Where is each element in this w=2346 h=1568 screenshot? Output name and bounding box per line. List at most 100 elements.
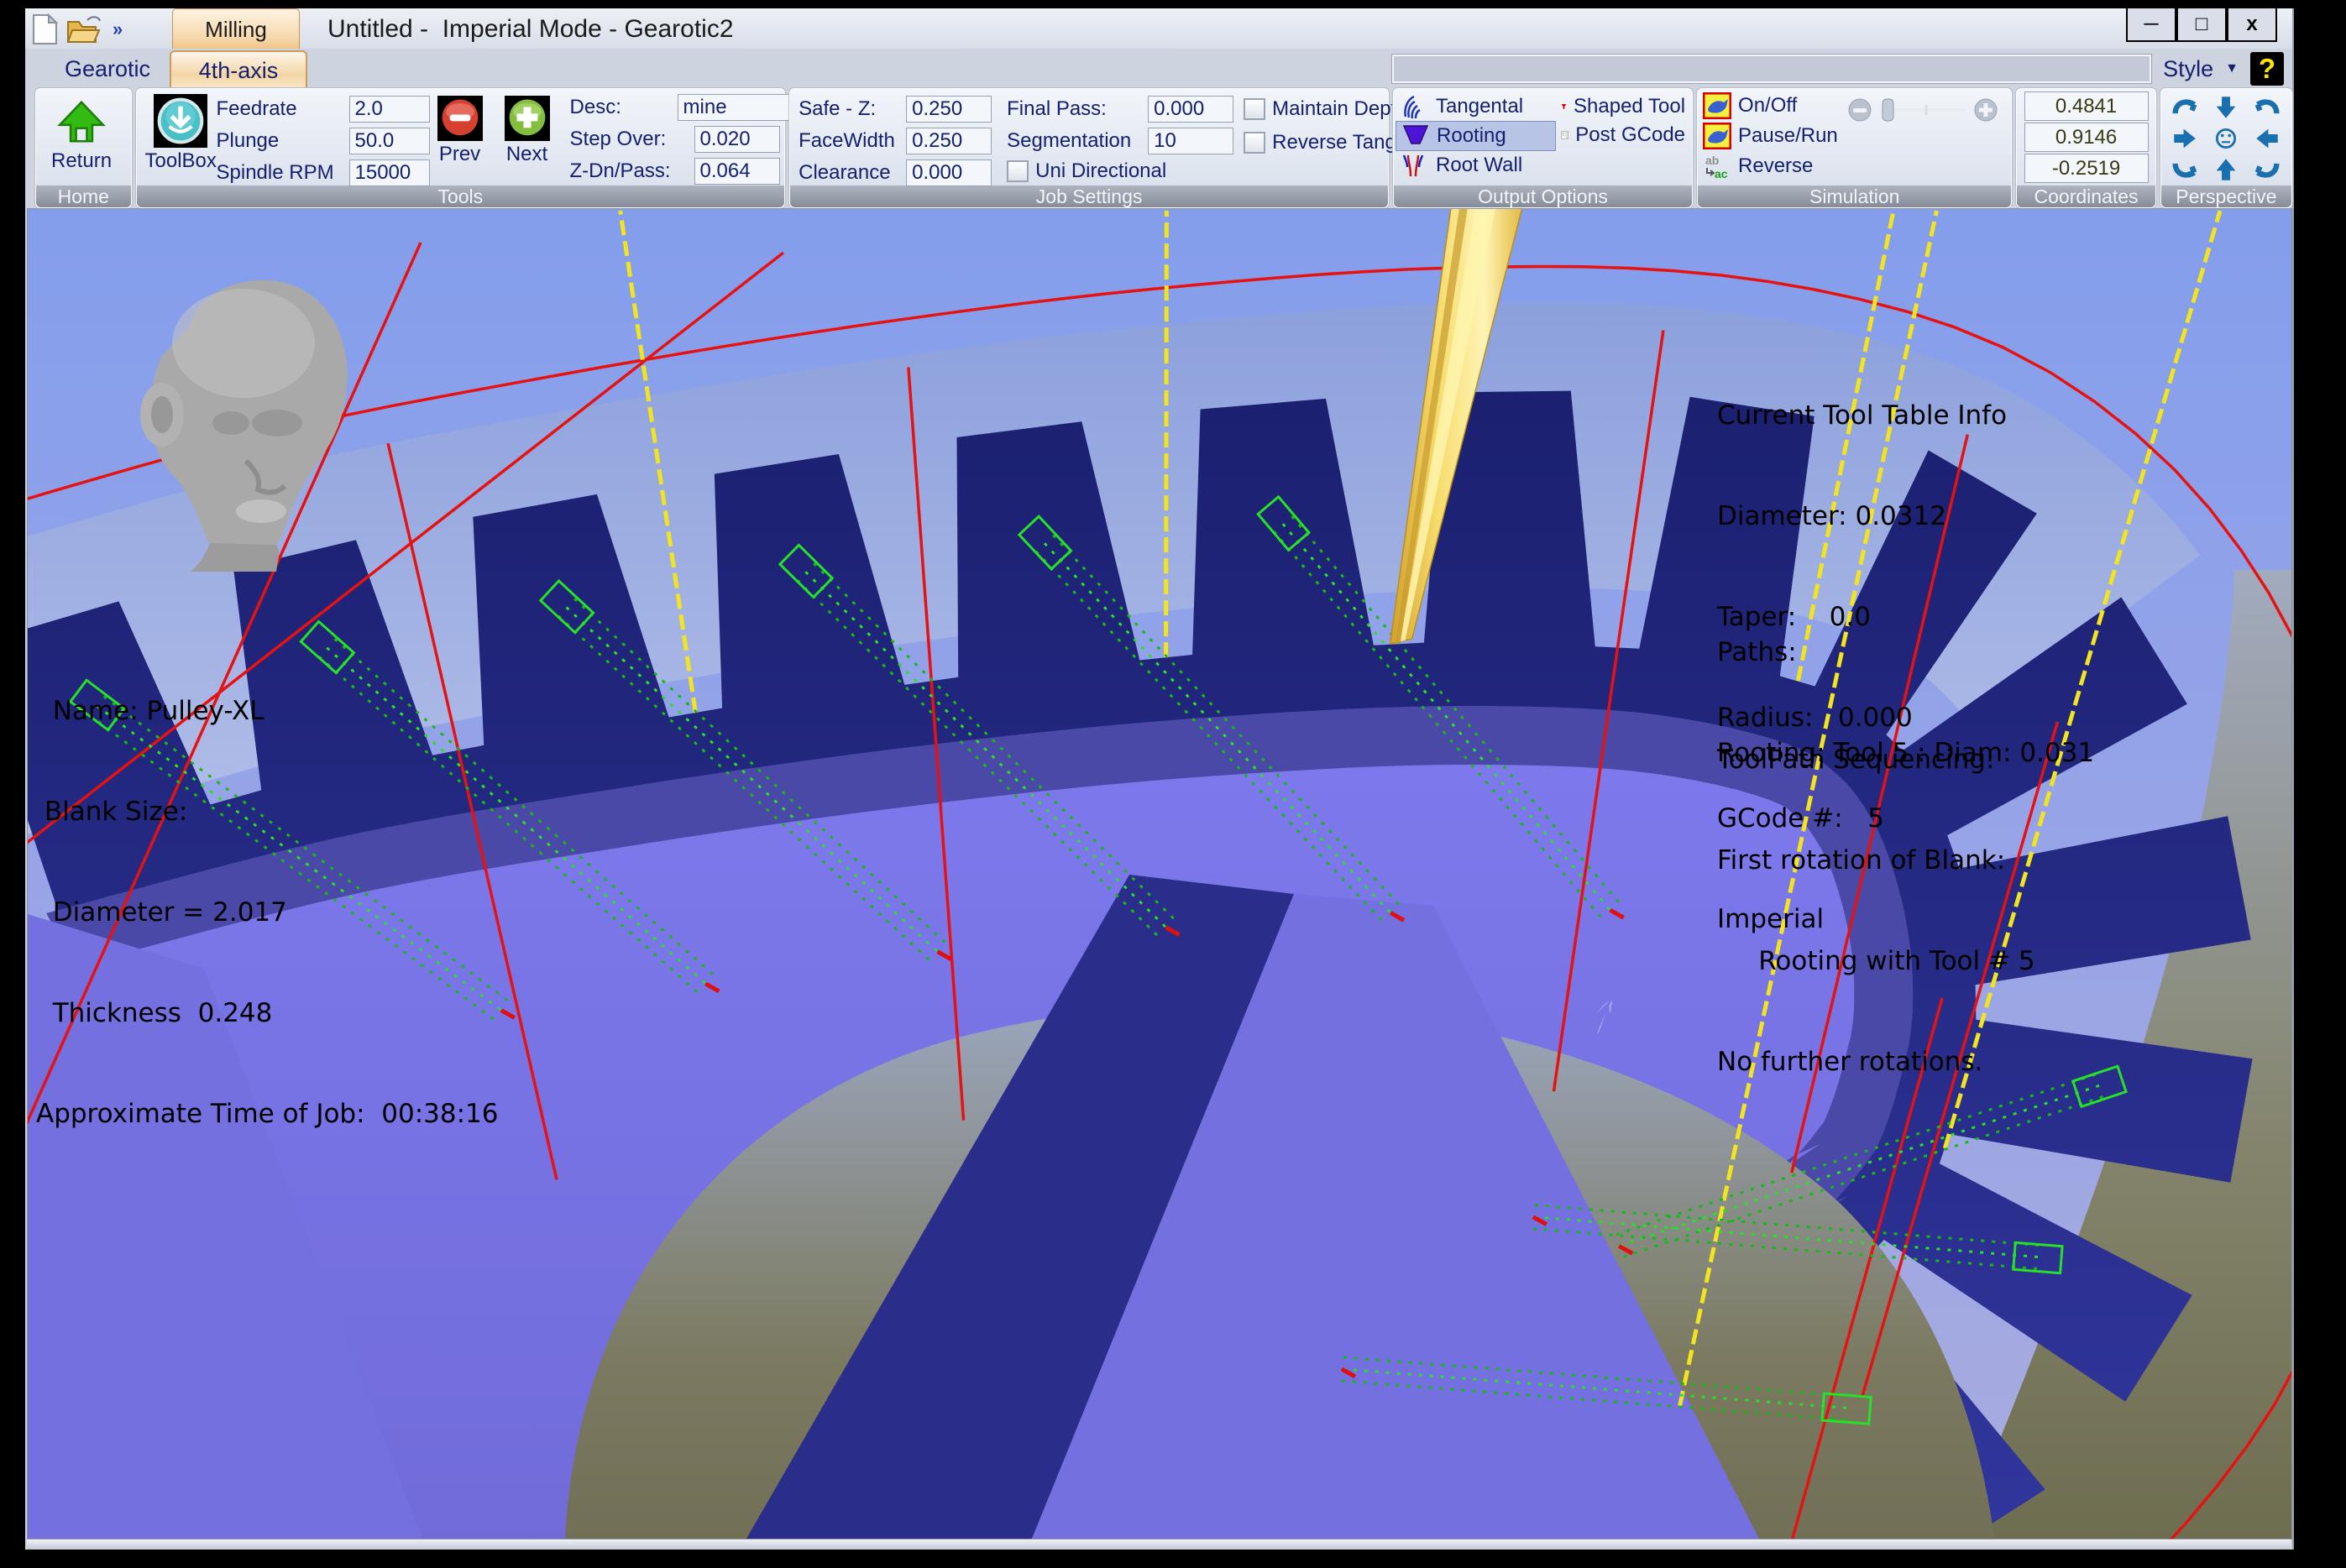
- pan-up-icon[interactable]: [2206, 154, 2246, 185]
- slider-minus-icon[interactable]: [1847, 97, 1872, 123]
- viewport-3d[interactable]: Name: Pulley-XL Blank Size: Diameter = 2…: [27, 208, 2292, 1539]
- post-gcode-option[interactable]: Post GCode: [1556, 121, 1690, 149]
- post-gcode-icon: [1561, 121, 1568, 149]
- group-tools: ToolBox Feedrate Plunge Spindle RPM: [136, 88, 786, 208]
- rooting-option[interactable]: Rooting: [1396, 121, 1556, 151]
- reverse-tangent-checkbox[interactable]: [1244, 132, 1265, 154]
- quick-access-toolbar: »: [30, 13, 123, 45]
- maximize-button[interactable]: □: [2176, 8, 2227, 42]
- facewidth-input[interactable]: [906, 128, 992, 154]
- feedrate-input[interactable]: [349, 96, 430, 123]
- plunge-input[interactable]: [349, 128, 430, 154]
- style-dropdown-icon[interactable]: ▼: [2225, 61, 2239, 76]
- group-job-settings: Safe - Z: FaceWidth Clearance Final Pass…: [789, 88, 1389, 208]
- style-label[interactable]: Style: [2163, 56, 2213, 82]
- stepover-label: Step Over:: [570, 128, 688, 151]
- spindle-rpm-label: Spindle RPM: [217, 161, 343, 185]
- sim-reverse-button[interactable]: ab ac Reverse: [1703, 153, 1838, 180]
- maintain-depth-label: Maintain Depth: [1272, 97, 1407, 121]
- tangental-option[interactable]: Tangental: [1396, 92, 1556, 121]
- window-title: Untitled - Imperial Mode - Gearotic2: [327, 15, 734, 44]
- pan-down-icon[interactable]: [2206, 92, 2246, 123]
- sim-onoff-icon: [1703, 92, 1731, 119]
- spindle-rpm-input[interactable]: [349, 159, 430, 186]
- stepover-input[interactable]: [694, 126, 780, 153]
- sim-speed-slider[interactable]: [1847, 97, 1998, 123]
- open-file-icon[interactable]: [65, 13, 102, 45]
- sim-pauserun-button[interactable]: Pause/Run: [1703, 123, 1838, 149]
- close-button[interactable]: x: [2227, 8, 2277, 42]
- toolbox-button[interactable]: ToolBox: [145, 94, 217, 173]
- group-output-options: Tangental Rooting: [1393, 88, 1693, 208]
- minus-circle-icon: [437, 96, 483, 141]
- plunge-label: Plunge: [217, 129, 343, 153]
- group-label-perspective: Perspective: [2161, 186, 2291, 207]
- group-label-job-settings: Job Settings: [790, 186, 1388, 207]
- plus-circle-icon: [505, 96, 550, 141]
- prev-tool-button[interactable]: Prev: [437, 96, 483, 166]
- maintain-depth-checkbox[interactable]: [1244, 98, 1265, 120]
- final-pass-input[interactable]: [1148, 96, 1233, 123]
- return-button[interactable]: Return: [51, 96, 112, 173]
- group-coordinates: 0.4841 0.9146 -0.2519 Coordinates: [2016, 88, 2155, 208]
- slider-track[interactable]: [1877, 97, 1968, 123]
- group-label-home: Home: [36, 186, 131, 207]
- uni-directional-checkbox[interactable]: [1007, 160, 1029, 182]
- z-dn-pass-input[interactable]: [694, 158, 780, 185]
- help-icon[interactable]: ?: [2250, 52, 2284, 86]
- segmentation-label: Segmentation: [1007, 129, 1141, 153]
- reset-view-icon[interactable]: [2206, 123, 2246, 154]
- feedrate-label: Feedrate: [217, 97, 343, 121]
- group-label-coordinates: Coordinates: [2017, 186, 2155, 207]
- rotate-ccw-up-icon[interactable]: [2247, 154, 2287, 185]
- sim-onoff-button[interactable]: On/Off: [1703, 92, 1838, 119]
- desc-input[interactable]: [678, 94, 790, 121]
- style-combo-field[interactable]: [1392, 55, 2151, 83]
- tab-gearotic[interactable]: Gearotic: [49, 52, 166, 86]
- group-simulation: On/Off Pause/Run ab ac: [1697, 88, 2012, 208]
- tab-milling[interactable]: Milling: [172, 8, 300, 50]
- z-dn-pass-label: Z-Dn/Pass:: [570, 159, 688, 183]
- sim-reverse-icon: ab ac: [1703, 153, 1731, 180]
- rotate-ccw-down-icon[interactable]: [2247, 92, 2287, 123]
- segmentation-input[interactable]: [1148, 128, 1233, 154]
- shaped-tool-option[interactable]: Shaped Tool: [1556, 92, 1690, 121]
- clearance-input[interactable]: [906, 159, 992, 186]
- tangental-icon: [1401, 93, 1429, 120]
- clearance-label: Clearance: [799, 161, 899, 185]
- home-icon: [55, 96, 107, 148]
- group-perspective: Perspective: [2160, 88, 2292, 208]
- safe-z-label: Safe - Z:: [799, 97, 899, 121]
- toolbar-overflow-chevron[interactable]: »: [113, 18, 123, 40]
- next-tool-button[interactable]: Next: [505, 96, 550, 166]
- svg-text:ab: ab: [1705, 154, 1719, 167]
- coordinate-x-value: 0.4841: [2024, 91, 2149, 121]
- toolbox-icon: [154, 94, 207, 148]
- desc-label: Desc:: [570, 96, 671, 119]
- safe-z-input[interactable]: [906, 96, 992, 123]
- window-bottom-edge: [27, 1539, 2291, 1550]
- rooting-icon: [1401, 123, 1430, 149]
- pan-left-icon[interactable]: [2247, 123, 2287, 154]
- rotate-cw-down-icon[interactable]: [2165, 92, 2205, 123]
- pan-right-icon[interactable]: [2165, 123, 2205, 154]
- group-home: Return Home: [35, 88, 132, 208]
- facewidth-label: FaceWidth: [799, 129, 899, 153]
- coordinate-y-value: 0.9146: [2024, 123, 2149, 152]
- rotate-cw-up-icon[interactable]: [2165, 154, 2205, 185]
- root-wall-option[interactable]: Root Wall: [1396, 151, 1556, 180]
- tab-4th-axis[interactable]: 4th-axis: [170, 50, 307, 90]
- app-window: » Milling Untitled - Imperial Mode - Gea…: [25, 8, 2294, 1550]
- sequencing-overlay: ToolPath Sequencing: First rotation of B…: [1717, 676, 2035, 1146]
- blank-info-overlay: Name: Pulley-XL Blank Size: Diameter = 2…: [36, 627, 499, 1198]
- ribbon-tab-row: Gearotic 4th-axis Style ▼ ?: [25, 49, 2292, 88]
- slider-thumb[interactable]: [1883, 99, 1893, 121]
- slider-plus-icon[interactable]: [1973, 97, 1998, 123]
- root-wall-icon: [1401, 152, 1429, 179]
- minimize-button[interactable]: ─: [2126, 8, 2176, 42]
- title-bar: » Milling Untitled - Imperial Mode - Gea…: [25, 8, 2292, 49]
- group-label-simulation: Simulation: [1698, 186, 2011, 207]
- uni-directional-checkbox-row[interactable]: Uni Directional: [1007, 159, 1233, 183]
- group-label-tools: Tools: [137, 186, 785, 207]
- new-file-icon[interactable]: [30, 13, 59, 45]
